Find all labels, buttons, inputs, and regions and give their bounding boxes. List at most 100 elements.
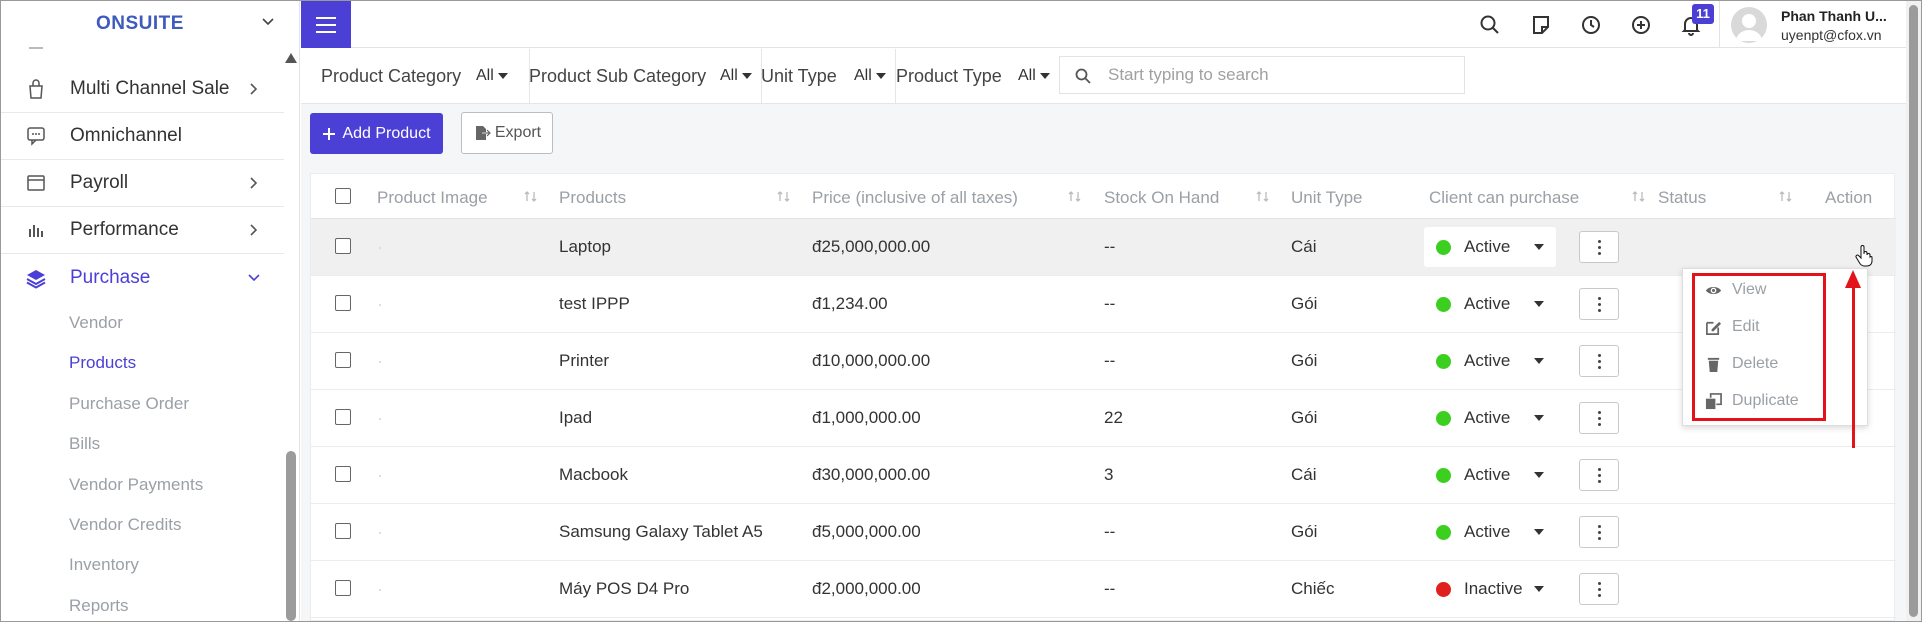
- sidebar-subitem-products[interactable]: Products: [69, 353, 136, 373]
- export-label: Export: [494, 124, 542, 141]
- sidebar-subitem-vendor-credits[interactable]: Vendor Credits: [69, 515, 181, 535]
- bar-chart-icon: [29, 225, 43, 237]
- table-row[interactable]: Máy POS D4 Prođ2,000,000.00--ChiếcAllowe…: [311, 561, 1896, 618]
- row-action-button[interactable]: [1579, 402, 1619, 434]
- sidebar-subitem-purchase-order[interactable]: Purchase Order: [69, 394, 189, 414]
- unit-type: Gói: [1291, 294, 1318, 313]
- scroll-thumb[interactable]: [286, 451, 296, 621]
- sort-icon[interactable]: [1778, 189, 1794, 205]
- user-name[interactable]: Phan Thanh U...: [1781, 8, 1887, 24]
- table-row[interactable]: test IPPPđ1,234.00--GóiNot AllowedActive: [311, 276, 1896, 333]
- select-all-checkbox[interactable]: [335, 188, 351, 204]
- row-checkbox[interactable]: [335, 295, 351, 311]
- row-checkbox[interactable]: [335, 523, 351, 539]
- product-name[interactable]: Macbook: [559, 465, 628, 485]
- row-action-button[interactable]: [1579, 288, 1619, 320]
- product-price: đ30,000,000.00: [812, 465, 931, 484]
- row-checkbox[interactable]: [335, 352, 351, 368]
- table-row[interactable]: Printerđ10,000,000.00--GóiNot AllowedAct…: [311, 333, 1896, 390]
- row-checkbox[interactable]: [335, 580, 351, 596]
- sidebar-item-multi-channel-sale[interactable]: Multi Channel Sale: [1, 66, 284, 113]
- sort-icon[interactable]: [776, 189, 792, 205]
- row-checkbox[interactable]: [335, 466, 351, 482]
- chevron-down-icon[interactable]: [261, 15, 275, 29]
- status-select[interactable]: Active: [1424, 341, 1556, 381]
- sidebar-subitem-vendor[interactable]: Vendor: [69, 313, 123, 333]
- sidebar-subitem-vendor-payments[interactable]: Vendor Payments: [69, 475, 203, 495]
- status-select[interactable]: Inactive: [1424, 569, 1556, 609]
- sidebar-subitem-inventory[interactable]: Inventory: [69, 555, 139, 575]
- sort-icon[interactable]: [1631, 189, 1647, 205]
- caret-down-icon: [1534, 586, 1544, 592]
- product-image: [379, 247, 381, 249]
- filter-select-product-sub-category[interactable]: All: [720, 67, 752, 85]
- hamburger-menu-button[interactable]: [301, 1, 351, 48]
- sort-icon[interactable]: [1255, 189, 1271, 205]
- scroll-thumb[interactable]: [1909, 5, 1918, 617]
- page-scrollbar[interactable]: [1906, 1, 1921, 621]
- product-name[interactable]: Laptop: [559, 237, 611, 257]
- avatar[interactable]: [1731, 7, 1767, 43]
- filter-label-product-type: Product Type: [896, 66, 1002, 86]
- product-name[interactable]: Samsung Galaxy Tablet A5: [559, 522, 763, 542]
- column-header-product-image[interactable]: Product Image: [377, 188, 488, 208]
- plus-icon: [323, 127, 336, 140]
- column-header-stock-on-hand[interactable]: Stock On Hand: [1104, 188, 1219, 208]
- sidebar-item-purchase[interactable]: Purchase: [1, 254, 284, 301]
- plus-circle-icon[interactable]: [1629, 13, 1653, 37]
- column-header-client-can-purchase[interactable]: Client can purchase: [1429, 188, 1579, 208]
- status-select[interactable]: Active: [1424, 398, 1556, 438]
- product-name[interactable]: test IPPP: [559, 294, 630, 314]
- status-select[interactable]: Active: [1424, 512, 1556, 552]
- stock-on-hand: 3: [1104, 465, 1114, 484]
- filter-label-unit-type: Unit Type: [761, 66, 837, 86]
- search-icon[interactable]: [1478, 13, 1502, 37]
- scroll-up-arrow[interactable]: [285, 53, 297, 63]
- row-action-button[interactable]: [1579, 345, 1619, 377]
- product-image: [379, 361, 381, 363]
- row-action-button[interactable]: [1579, 516, 1619, 548]
- product-name[interactable]: Printer: [559, 351, 609, 371]
- unit-type: Cái: [1291, 237, 1317, 256]
- column-header-status[interactable]: Status: [1658, 188, 1706, 208]
- sort-icon[interactable]: [1067, 189, 1083, 205]
- product-price: đ2,000,000.00: [812, 579, 921, 598]
- table-row[interactable]: Ipadđ1,000,000.0022GóiNot AllowedActive: [311, 390, 1896, 447]
- column-header-price[interactable]: Price (inclusive of all taxes): [812, 188, 1018, 208]
- row-action-button[interactable]: [1579, 459, 1619, 491]
- product-price: đ1,000,000.00: [812, 408, 921, 427]
- filter-select-unit-type[interactable]: All: [854, 67, 886, 85]
- product-name[interactable]: Ipad: [559, 408, 592, 428]
- sidebar-item-label: Multi Channel Sale: [70, 78, 230, 99]
- sidebar-subitem-bills[interactable]: Bills: [69, 434, 100, 454]
- filter-select-product-type[interactable]: All: [1018, 67, 1050, 85]
- table-row[interactable]: Macbookđ30,000,000.003CáiNot AllowedActi…: [311, 447, 1896, 504]
- sidebar-item-omnichannel[interactable]: Omnichannel: [1, 113, 284, 160]
- column-header-products[interactable]: Products: [559, 188, 626, 208]
- brand-logo[interactable]: ONSUITE: [96, 13, 184, 35]
- add-product-button[interactable]: Add Product: [310, 113, 443, 154]
- product-name[interactable]: Máy POS D4 Pro: [559, 579, 689, 599]
- product-image: [379, 418, 381, 420]
- search-input[interactable]: [1108, 57, 1458, 93]
- row-checkbox[interactable]: [335, 409, 351, 425]
- sidebar-item-payroll[interactable]: Payroll: [1, 160, 284, 207]
- row-action-button[interactable]: [1579, 231, 1619, 263]
- note-icon[interactable]: [1529, 13, 1553, 37]
- row-checkbox[interactable]: [335, 238, 351, 254]
- caret-down-icon: [1534, 472, 1544, 478]
- status-select[interactable]: Active: [1424, 227, 1556, 267]
- sidebar-subitem-reports[interactable]: Reports: [69, 596, 129, 616]
- column-header-unit-type[interactable]: Unit Type: [1291, 188, 1363, 208]
- status-select[interactable]: Active: [1424, 455, 1556, 495]
- sidebar-item-performance[interactable]: Performance: [1, 207, 284, 254]
- status-select[interactable]: Active: [1424, 284, 1556, 324]
- table-row[interactable]: Laptopđ25,000,000.00--CáiNot AllowedActi…: [311, 219, 1896, 276]
- clock-icon[interactable]: [1579, 13, 1603, 37]
- filter-select-product-category[interactable]: All: [476, 67, 508, 85]
- row-action-button[interactable]: [1579, 573, 1619, 605]
- export-button[interactable]: Export: [461, 112, 553, 154]
- table-row[interactable]: Samsung Galaxy Tablet A5 đ5,000,000.00 -- G…: [311, 504, 1896, 561]
- sidebar-scrollbar[interactable]: [285, 53, 297, 621]
- sort-icon[interactable]: [523, 189, 539, 205]
